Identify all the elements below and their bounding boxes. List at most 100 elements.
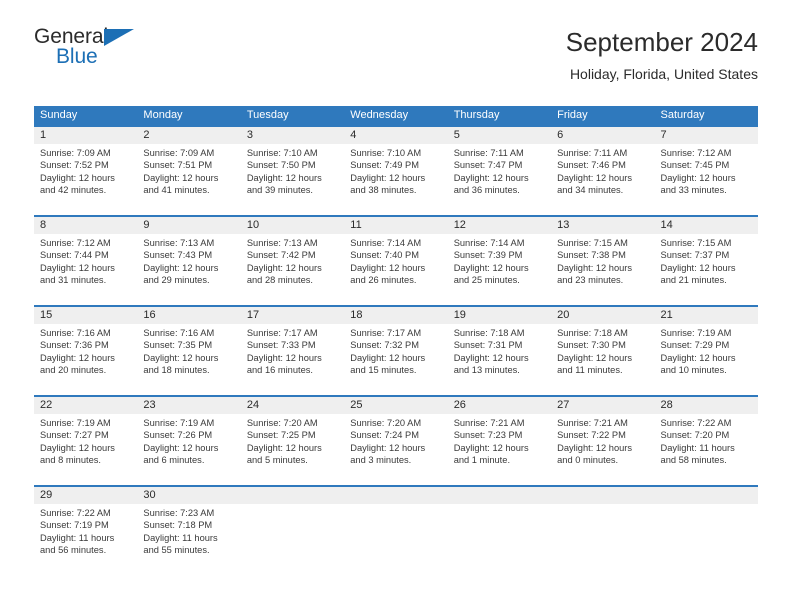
day-cell[interactable]: 1 Sunrise: 7:09 AM Sunset: 7:52 PM Daylight…	[34, 127, 138, 215]
day-details: Sunrise: 7:10 AM Sunset: 7:50 PM Daylight:…	[241, 144, 344, 197]
day-cell[interactable]: 8 Sunrise: 7:12 AM Sunset: 7:44 PM Daylight…	[34, 217, 138, 305]
day-cell[interactable]: 25 Sunrise: 7:20 AM Sunset: 7:24 PM Dayligh…	[344, 397, 448, 485]
day-details: Sunrise: 7:15 AM Sunset: 7:37 PM Daylight:…	[655, 234, 758, 287]
day-cell[interactable]: 21 Sunrise: 7:19 AM Sunset: 7:29 PM Dayligh…	[654, 307, 758, 395]
sunrise-text: Sunrise: 7:09 AM	[143, 148, 215, 158]
day-cell[interactable]: 5 Sunrise: 7:11 AM Sunset: 7:47 PM Daylight…	[447, 127, 552, 215]
daylight-text-line1: Daylight: 12 hours	[246, 262, 322, 273]
day-cell[interactable]: 22 Sunrise: 7:19 AM Sunset: 7:27 PM Dayligh…	[34, 397, 138, 485]
week-row: 29 Sunrise: 7:22 AM Sunset: 7:19 PM Dayligh…	[34, 485, 758, 575]
daylight-text-line2: and 26 minutes.	[350, 275, 417, 286]
sunset-text: Sunset: 7:46 PM	[557, 160, 626, 171]
sunset-text: Sunset: 7:51 PM	[143, 160, 213, 171]
daylight-text-line1: Daylight: 11 hours	[660, 442, 735, 453]
sunrise-text: Sunrise: 7:15 AM	[557, 238, 628, 248]
sunrise-text: Sunrise: 7:10 AM	[246, 148, 318, 158]
day-details: Sunrise: 7:18 AM Sunset: 7:30 PM Daylight:…	[551, 324, 654, 377]
daylight-text-line2: and 31 minutes.	[40, 275, 107, 286]
day-cell[interactable]: 20 Sunrise: 7:18 AM Sunset: 7:30 PM Dayligh…	[551, 307, 655, 395]
day-cell[interactable]: 7 Sunrise: 7:12 AM Sunset: 7:45 PM Daylight…	[654, 127, 758, 215]
daylight-text-line2: and 39 minutes.	[246, 185, 313, 196]
day-number: 9	[143, 219, 150, 231]
day-number: 14	[660, 219, 673, 231]
day-number: 20	[557, 309, 570, 321]
day-cell[interactable]: 2 Sunrise: 7:09 AM Sunset: 7:51 PM Daylight…	[137, 127, 241, 215]
daylight-text-line1: Daylight: 12 hours	[40, 262, 115, 273]
daylight-text-line2: and 6 minutes.	[143, 455, 205, 466]
day-cell[interactable]: 18 Sunrise: 7:17 AM Sunset: 7:32 PM Dayligh…	[344, 307, 448, 395]
day-cell-empty	[344, 487, 448, 575]
sunrise-text: Sunrise: 7:20 AM	[246, 418, 318, 428]
sunrise-text: Sunrise: 7:16 AM	[143, 328, 215, 338]
daylight-text-line1: Daylight: 12 hours	[350, 172, 426, 183]
day-details: Sunrise: 7:17 AM Sunset: 7:32 PM Daylight:…	[344, 324, 447, 377]
daylight-text-line2: and 33 minutes.	[660, 185, 727, 196]
daylight-text-line1: Daylight: 11 hours	[40, 532, 115, 543]
day-cell[interactable]: 9 Sunrise: 7:13 AM Sunset: 7:43 PM Daylight…	[137, 217, 241, 305]
day-number: 25	[350, 399, 363, 411]
day-details: Sunrise: 7:19 AM Sunset: 7:27 PM Daylight:…	[34, 414, 137, 467]
day-number: 8	[40, 219, 47, 231]
page-subtitle: Holiday, Florida, United States	[569, 66, 758, 82]
day-number: 26	[453, 399, 466, 411]
day-cell[interactable]: 13 Sunrise: 7:15 AM Sunset: 7:38 PM Dayligh…	[551, 217, 655, 305]
daylight-text-line2: and 41 minutes.	[143, 185, 210, 196]
day-cell[interactable]: 15 Sunrise: 7:16 AM Sunset: 7:36 PM Dayligh…	[34, 307, 138, 395]
day-cell[interactable]: 30 Sunrise: 7:23 AM Sunset: 7:18 PM Dayligh…	[137, 487, 241, 575]
column-header-tuesday: Tuesday	[246, 109, 289, 121]
sunset-text: Sunset: 7:33 PM	[246, 340, 316, 351]
day-number: 13	[557, 219, 570, 231]
day-number: 15	[40, 309, 53, 321]
daylight-text-line1: Daylight: 12 hours	[557, 352, 633, 363]
sunrise-text: Sunrise: 7:11 AM	[453, 148, 524, 158]
sunset-text: Sunset: 7:47 PM	[453, 160, 523, 171]
day-details: Sunrise: 7:11 AM Sunset: 7:46 PM Daylight:…	[551, 144, 654, 197]
day-cell[interactable]: 11 Sunrise: 7:14 AM Sunset: 7:40 PM Dayligh…	[344, 217, 448, 305]
day-details: Sunrise: 7:11 AM Sunset: 7:47 PM Daylight:…	[448, 144, 551, 197]
day-cell[interactable]: 10 Sunrise: 7:13 AM Sunset: 7:42 PM Dayligh…	[240, 217, 345, 305]
day-cell[interactable]: 19 Sunrise: 7:18 AM Sunset: 7:31 PM Dayligh…	[447, 307, 552, 395]
day-details: Sunrise: 7:19 AM Sunset: 7:26 PM Daylight:…	[137, 414, 240, 467]
day-number: 12	[453, 219, 466, 231]
day-number-band	[240, 487, 345, 504]
day-cell[interactable]: 6 Sunrise: 7:11 AM Sunset: 7:46 PM Daylight…	[551, 127, 655, 215]
day-cell[interactable]: 29 Sunrise: 7:22 AM Sunset: 7:19 PM Dayligh…	[34, 487, 138, 575]
daylight-text-line2: and 13 minutes.	[453, 365, 520, 376]
day-cell[interactable]: 16 Sunrise: 7:16 AM Sunset: 7:35 PM Dayligh…	[137, 307, 241, 395]
day-number: 5	[453, 129, 460, 141]
sunset-text: Sunset: 7:42 PM	[246, 250, 316, 261]
day-details: Sunrise: 7:12 AM Sunset: 7:45 PM Daylight:…	[655, 144, 758, 197]
daylight-text-line2: and 8 minutes.	[40, 455, 101, 466]
day-cell[interactable]: 26 Sunrise: 7:21 AM Sunset: 7:23 PM Dayligh…	[447, 397, 552, 485]
sunset-text: Sunset: 7:52 PM	[40, 160, 109, 171]
day-details: Sunrise: 7:16 AM Sunset: 7:35 PM Daylight:…	[137, 324, 240, 377]
day-number: 10	[246, 219, 260, 231]
day-cell[interactable]: 24 Sunrise: 7:20 AM Sunset: 7:25 PM Dayligh…	[240, 397, 345, 485]
daylight-text-line2: and 1 minute.	[453, 455, 511, 466]
sunrise-text: Sunrise: 7:16 AM	[40, 328, 111, 338]
day-details: Sunrise: 7:10 AM Sunset: 7:49 PM Daylight:…	[344, 144, 447, 197]
sunset-text: Sunset: 7:38 PM	[557, 250, 626, 261]
daylight-text-line2: and 58 minutes.	[660, 455, 727, 466]
day-cell[interactable]: 14 Sunrise: 7:15 AM Sunset: 7:37 PM Dayligh…	[654, 217, 758, 305]
day-cell[interactable]: 3 Sunrise: 7:10 AM Sunset: 7:50 PM Daylight…	[240, 127, 345, 215]
day-cell[interactable]: 12 Sunrise: 7:14 AM Sunset: 7:39 PM Dayligh…	[447, 217, 552, 305]
day-number-band	[344, 487, 448, 504]
day-cell[interactable]: 17 Sunrise: 7:17 AM Sunset: 7:33 PM Dayligh…	[240, 307, 345, 395]
day-cell[interactable]: 27 Sunrise: 7:21 AM Sunset: 7:22 PM Dayligh…	[551, 397, 655, 485]
day-cell-empty	[654, 487, 758, 575]
sunrise-text: Sunrise: 7:14 AM	[453, 238, 525, 248]
general-blue-logo[interactable]: General Blue	[34, 26, 144, 72]
column-header-wednesday: Wednesday	[350, 109, 409, 121]
daylight-text-line2: and 0 minutes.	[557, 455, 619, 466]
sunrise-text: Sunrise: 7:12 AM	[660, 148, 732, 158]
day-cell[interactable]: 28 Sunrise: 7:22 AM Sunset: 7:20 PM Dayligh…	[654, 397, 758, 485]
daylight-text-line1: Daylight: 12 hours	[246, 442, 322, 453]
day-cell[interactable]: 23 Sunrise: 7:19 AM Sunset: 7:26 PM Dayligh…	[137, 397, 241, 485]
daylight-text-line1: Daylight: 12 hours	[660, 352, 736, 363]
day-number-band	[551, 487, 655, 504]
day-cell[interactable]: 4 Sunrise: 7:10 AM Sunset: 7:49 PM Daylight…	[344, 127, 448, 215]
day-number: 29	[40, 489, 53, 501]
daylight-text-line1: Daylight: 12 hours	[557, 262, 633, 273]
daylight-text-line1: Daylight: 12 hours	[40, 352, 115, 363]
